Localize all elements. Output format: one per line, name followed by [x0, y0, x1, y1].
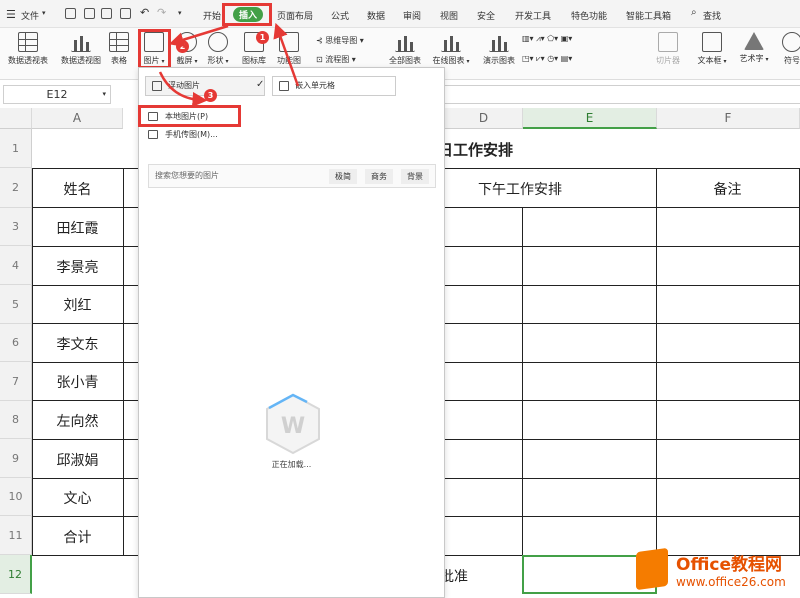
watermark-logo: Office教程网 www.office26.com: [636, 547, 796, 594]
watermark-brand: Office教程网: [676, 555, 783, 575]
arrow-step-3: [158, 71, 208, 107]
watermark-url: www.office26.com: [676, 575, 786, 589]
annotation-arrows: [158, 22, 300, 107]
office-logo-icon: [636, 547, 668, 591]
arrow-step-1: [273, 22, 300, 87]
arrow-step-2: [168, 24, 229, 47]
